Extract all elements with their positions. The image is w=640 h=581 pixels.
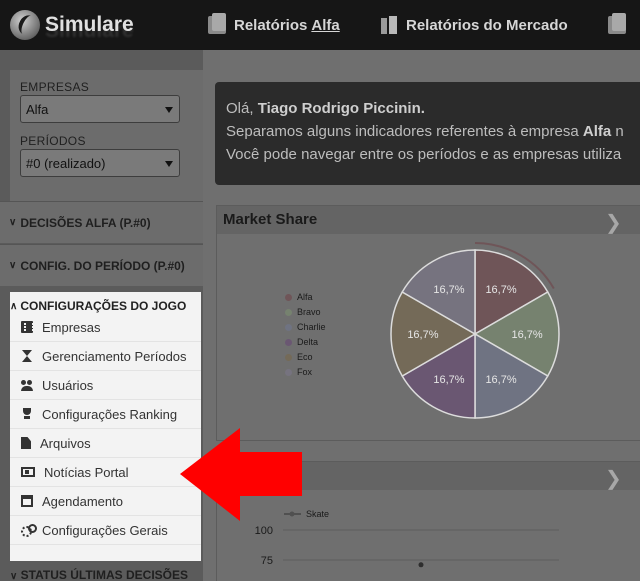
user-name: Tiago Rodrigo Piccinin. [257,100,425,117]
menu-gerenciamento-periodos[interactable]: Gerenciamento Períodos [10,342,201,371]
pie-label-eco: 16,7% [407,329,438,341]
config-jogo-title: CONFIGURAÇÕES DO JOGO [20,299,187,313]
calendar-icon [21,495,33,507]
market-share-header: Market Share ❯ [217,206,640,234]
pie-label-charlie: 16,7% [485,374,516,386]
trophy-icon [21,408,33,420]
data-point-skate[interactable] [418,562,424,568]
welcome-line-3: Você pode navegar entre os períodos e as… [226,146,622,163]
market-share-pie: 16,7% 16,7% 16,7% 16,7% 16,7% 16,7% [390,242,560,419]
nav-relatorios-mercado-label: Relatórios do Mercado [406,16,568,34]
welcome-company: Alfa [582,123,612,140]
caret-down-icon [165,161,173,167]
section-config-periodo[interactable]: ∨ CONFIG. DO PERÍODO (P.#0) [0,244,203,286]
pie-label-alfa: 16,7% [485,284,516,296]
buildings-icon [380,16,398,34]
menu-empresas[interactable]: Empresas [10,313,201,342]
nav-relatorios-alfa-company: Alfa [311,16,340,34]
chevron-right-icon[interactable]: ❯ [605,210,622,234]
menu-item-label: Configurações Gerais [42,522,168,538]
periodos-select[interactable]: #0 (realizado) [20,149,180,177]
y-tick-100: 100 [255,525,273,537]
section-decisoes-alfa-label: DECISÕES ALFA (P.#0) [20,215,151,230]
menu-item-label: Gerenciamento Períodos [42,348,187,364]
section-decisoes-alfa[interactable]: ∨ DECISÕES ALFA (P.#0) [0,201,203,243]
section-status-ultimas-decisoes[interactable]: ∨ STATUS ÚLTIMAS DECISÕES [10,568,188,581]
pie-label-delta: 16,7% [433,374,464,386]
welcome-line-2: Separamos alguns indicadores referentes … [226,120,640,143]
cogs-icon [21,524,37,537]
empresas-select[interactable]: Alfa [20,95,180,123]
menu-arquivos[interactable]: Arquivos [10,429,201,458]
welcome-line-1: Olá, Tiago Rodrigo Piccinin. [226,97,640,120]
greeting: Olá, [226,100,254,117]
brand-name: Simulare [45,13,134,36]
annotation-arrow [180,428,302,521]
nav-relatorios-alfa-label: Relatórios [234,16,308,34]
chevron-right-icon[interactable]: ❯ [605,466,622,490]
config-jogo-header[interactable]: ∧ CONFIGURAÇÕES DO JOGO [10,299,186,313]
users-icon [21,379,33,391]
building-icon [21,321,34,333]
empresas-select-value: Alfa [26,102,49,117]
status-label: STATUS ÚLTIMAS DECISÕES [20,568,189,581]
menu-item-label: Arquivos [40,435,91,451]
chevron-down-icon: ∨ [9,260,17,271]
brand[interactable]: Simulare [10,8,134,42]
periodos-select-value: #0 (realizado) [26,156,106,171]
menu-item-label: Notícias Portal [44,464,129,480]
section-config-periodo-label: CONFIG. DO PERÍODO (P.#0) [20,258,185,273]
newspaper-icon [21,467,35,477]
chevron-down-icon: ∨ [10,571,18,581]
menu-agendamento[interactable]: Agendamento [10,487,201,516]
welcome-line-2-suffix: n [615,123,624,140]
config-jogo-panel: ∧ CONFIGURAÇÕES DO JOGO Empresas Gerenci… [10,292,201,561]
menu-configuracoes-ranking[interactable]: Configurações Ranking [10,400,201,429]
market-share-title: Market Share [223,211,318,228]
menu-noticias-portal[interactable]: Notícias Portal [10,458,201,487]
file-icon [21,437,31,449]
menu-usuarios[interactable]: Usuários [10,371,201,400]
empresas-label: EMPRESAS [20,80,90,94]
welcome-line-2-prefix: Separamos alguns indicadores referentes … [226,123,579,140]
menu-configuracoes-gerais[interactable]: Configurações Gerais [10,516,201,545]
menu-item-label: Agendamento [42,493,123,509]
welcome-box: Olá, Tiago Rodrigo Piccinin. Separamos a… [215,82,640,185]
pie-label-bravo: 16,7% [511,329,542,341]
menu-item-label: Configurações Ranking [42,406,178,422]
market-share-card: Market Share ❯ Alfa Bravo Charlie Delta Eco F… [216,205,640,441]
y-tick-75: 75 [261,555,273,567]
documents-icon [608,13,626,34]
sidebar: EMPRESAS Alfa PERÍODOS #0 (realizado) ∨ … [0,50,203,581]
periodos-label: PERÍODOS [20,134,86,148]
pie-label-fox: 16,7% [433,284,464,296]
top-navbar: Simulare Relatórios Alfa Relatórios do M… [0,0,640,50]
simulare-logo-icon [10,10,40,40]
menu-item-label: Usuários [42,377,94,393]
nav-next-item[interactable] [608,13,634,36]
nav-relatorios-mercado[interactable]: Relatórios do Mercado [380,14,568,36]
nav-relatorios-alfa[interactable]: Relatórios Alfa [208,13,340,36]
legend-label-skate: Skate [306,509,329,519]
chevron-down-icon: ∨ [9,217,17,228]
hourglass-icon [21,350,33,362]
red-arrow-shape [180,428,302,521]
caret-down-icon [165,107,173,113]
documents-icon [208,13,226,34]
chevron-up-icon: ∧ [10,300,18,312]
menu-item-label: Empresas [42,319,101,335]
